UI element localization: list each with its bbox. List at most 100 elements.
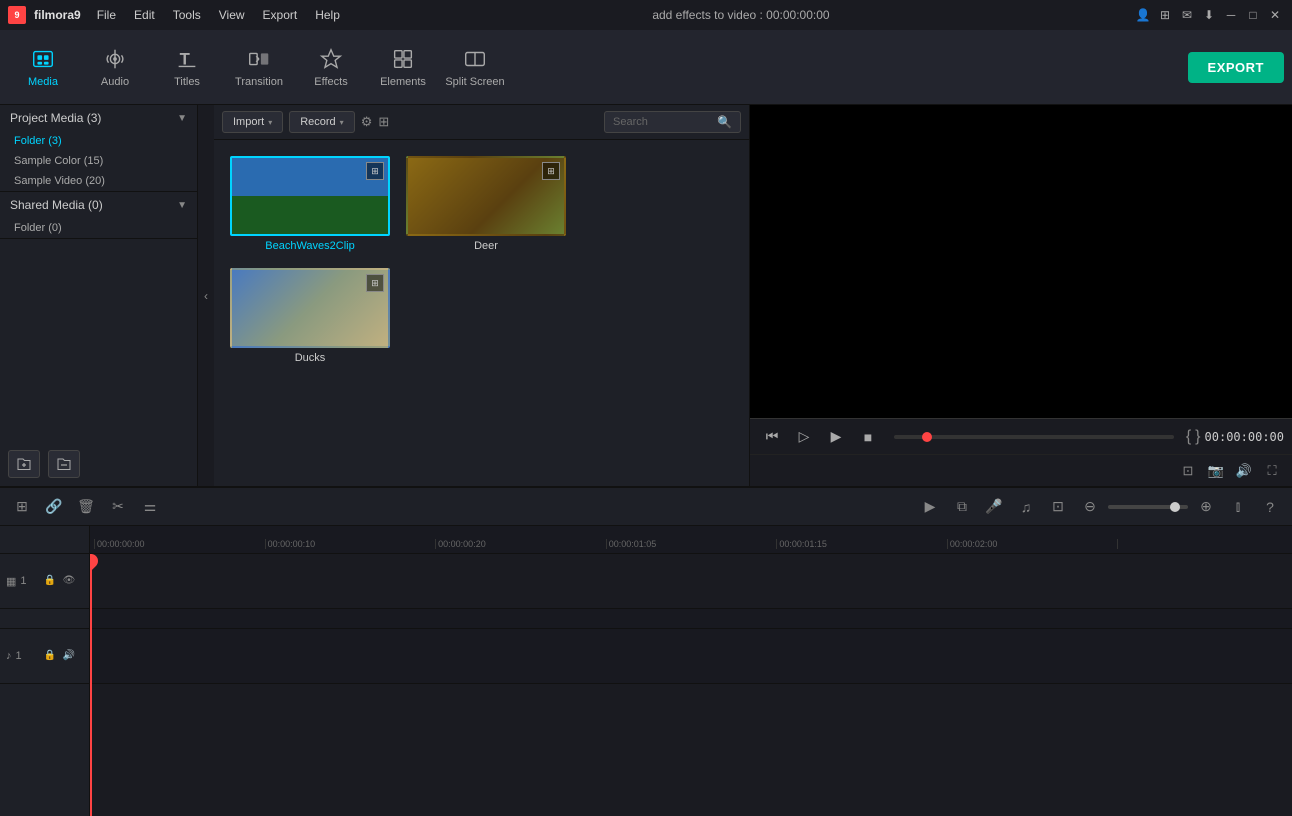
- record-button[interactable]: Record ▾: [289, 111, 354, 133]
- timeline-pip-button[interactable]: ⊡: [1044, 493, 1072, 521]
- video-track-visible-button[interactable]: 👁: [61, 573, 77, 589]
- audio-icon: [102, 46, 128, 72]
- tool-splitscreen[interactable]: Split Screen: [440, 35, 510, 100]
- in-bracket-icon[interactable]: {: [1186, 428, 1191, 446]
- sidebar-item-shared-folder[interactable]: Folder (0): [0, 218, 197, 238]
- media-item-deer[interactable]: ⊞ Deer: [406, 156, 566, 252]
- project-media-section: Project Media (3) ▼ Folder (3) Sample Co…: [0, 105, 197, 192]
- preview-fullscreen-button[interactable]: ⛶: [1260, 459, 1284, 483]
- audio-track-mute-button[interactable]: 🔊: [61, 648, 77, 664]
- title-bar-left: 9 filmora9 File Edit Tools View Export H…: [8, 6, 348, 24]
- timeline-audio-detach-button[interactable]: ♫: [1012, 493, 1040, 521]
- media-item-ducks[interactable]: ⊞ Ducks: [230, 268, 390, 364]
- add-folder-button[interactable]: [8, 450, 40, 478]
- menu-file[interactable]: File: [89, 6, 124, 24]
- menu-export[interactable]: Export: [255, 6, 306, 24]
- thumb-grid-icon-ducks: ⊞: [366, 274, 384, 292]
- video-track-tools: 🔒 👁: [36, 554, 83, 609]
- preview-step-back-button[interactable]: ⏮: [758, 423, 786, 451]
- sidebar-item-sample-color[interactable]: Sample Color (15): [0, 151, 197, 171]
- preview-in-out-brackets: { }: [1186, 428, 1201, 446]
- preview-stop-button[interactable]: ■: [854, 423, 882, 451]
- remove-folder-button[interactable]: [48, 450, 80, 478]
- media-search-bar: 🔍: [604, 111, 741, 133]
- thumb-grid-icon-deer: ⊞: [542, 162, 560, 180]
- tool-audio[interactable]: Audio: [80, 35, 150, 100]
- media-label-beach: BeachWaves2Clip: [265, 240, 354, 252]
- tool-audio-label: Audio: [101, 76, 129, 88]
- project-media-header[interactable]: Project Media (3) ▼: [0, 105, 197, 131]
- out-bracket-icon[interactable]: }: [1195, 428, 1200, 446]
- close-button[interactable]: ✕: [1266, 6, 1284, 24]
- message-icon[interactable]: ✉: [1178, 6, 1196, 24]
- menu-help[interactable]: Help: [307, 6, 348, 24]
- shared-media-header[interactable]: Shared Media (0) ▼: [0, 192, 197, 218]
- preview-play-slow-button[interactable]: ▷: [790, 423, 818, 451]
- preview-play-button[interactable]: ▶: [822, 423, 850, 451]
- download-icon[interactable]: ⬇: [1200, 6, 1218, 24]
- audio-track-label: ♪ 1 🔒 🔊: [0, 629, 89, 684]
- transition-icon: [246, 46, 272, 72]
- main-content: Project Media (3) ▼ Folder (3) Sample Co…: [0, 105, 1292, 486]
- ruler-mark-0: 00:00:00:00: [94, 539, 265, 549]
- tool-elements-label: Elements: [380, 76, 426, 88]
- audio-track[interactable]: [90, 629, 1292, 684]
- user-icon[interactable]: 👤: [1134, 6, 1152, 24]
- menu-edit[interactable]: Edit: [126, 6, 163, 24]
- tool-elements[interactable]: Elements: [368, 35, 438, 100]
- preview-extra-controls: ⊡ 📷 🔊 ⛶: [750, 454, 1292, 486]
- tool-titles[interactable]: T Titles: [152, 35, 222, 100]
- preview-fit-button[interactable]: ⊡: [1176, 459, 1200, 483]
- preview-snapshot-button[interactable]: 📷: [1204, 459, 1228, 483]
- tool-transition-label: Transition: [235, 76, 283, 88]
- export-button[interactable]: EXPORT: [1188, 52, 1284, 83]
- audio-track-tools: 🔒 🔊: [36, 629, 83, 684]
- timeline-adjust-button[interactable]: ⚌: [136, 493, 164, 521]
- shared-media-section: Shared Media (0) ▼ Folder (0): [0, 192, 197, 239]
- timeline-zoom-in-button[interactable]: ⊕: [1192, 493, 1220, 521]
- preview-progress-bar[interactable]: [894, 435, 1174, 439]
- sidebar-item-sample-video[interactable]: Sample Video (20): [0, 171, 197, 191]
- timeline-voice-button[interactable]: 🎤: [980, 493, 1008, 521]
- video-track-icon: ▦: [6, 575, 16, 588]
- timeline-help-button[interactable]: ?: [1256, 493, 1284, 521]
- audio-track-lock-button[interactable]: 🔒: [42, 648, 58, 664]
- sidebar-collapse-button[interactable]: ‹: [198, 105, 214, 486]
- ruler-spacer: [0, 526, 89, 554]
- elements-icon: [390, 46, 416, 72]
- timeline-play-button[interactable]: ▶: [916, 493, 944, 521]
- search-input[interactable]: [613, 116, 713, 128]
- timeline-zoom-out-button[interactable]: ⊖: [1076, 493, 1104, 521]
- sidebar-item-folder[interactable]: Folder (3): [0, 131, 197, 151]
- timeline-delete-button[interactable]: 🗑: [72, 493, 100, 521]
- timeline-split-button[interactable]: ⫾: [1224, 493, 1252, 521]
- timeline-snap-to-button[interactable]: ⧉: [948, 493, 976, 521]
- media-toolbar: Import ▾ Record ▾ ⚙ ⊞ 🔍: [214, 105, 749, 140]
- preview-screen: [750, 105, 1292, 418]
- track-gap: [0, 609, 89, 629]
- tool-transition[interactable]: Transition: [224, 35, 294, 100]
- shared-media-collapse-icon: ▼: [177, 200, 187, 211]
- video-track-lock-button[interactable]: 🔒: [42, 573, 58, 589]
- preview-volume-button[interactable]: 🔊: [1232, 459, 1256, 483]
- filter-icon[interactable]: ⚙: [361, 114, 373, 130]
- grid-view-icon[interactable]: ⊞: [378, 114, 389, 130]
- tool-media[interactable]: Media: [8, 35, 78, 100]
- timeline-zoom-slider[interactable]: [1108, 505, 1188, 509]
- maximize-button[interactable]: □: [1244, 6, 1262, 24]
- timeline-zoom-thumb: [1170, 502, 1180, 512]
- timeline-link-button[interactable]: 🔗: [40, 493, 68, 521]
- tool-media-label: Media: [28, 76, 58, 88]
- timeline-cut-button[interactable]: ✂: [104, 493, 132, 521]
- timeline-snap-button[interactable]: ⊞: [8, 493, 36, 521]
- media-item-beach[interactable]: ⊞ BeachWaves2Clip: [230, 156, 390, 252]
- media-panel: Import ▾ Record ▾ ⚙ ⊞ 🔍 ⊞ BeachWaves2Cli…: [214, 105, 749, 486]
- menu-tools[interactable]: Tools: [165, 6, 209, 24]
- menu-view[interactable]: View: [211, 6, 253, 24]
- filmora-gallery-icon[interactable]: ⊞: [1156, 6, 1174, 24]
- minimize-button[interactable]: ─: [1222, 6, 1240, 24]
- ruler-mark-2: 00:00:00:20: [435, 539, 606, 549]
- import-button[interactable]: Import ▾: [222, 111, 283, 133]
- tool-effects[interactable]: Effects: [296, 35, 366, 100]
- video-track[interactable]: [90, 554, 1292, 609]
